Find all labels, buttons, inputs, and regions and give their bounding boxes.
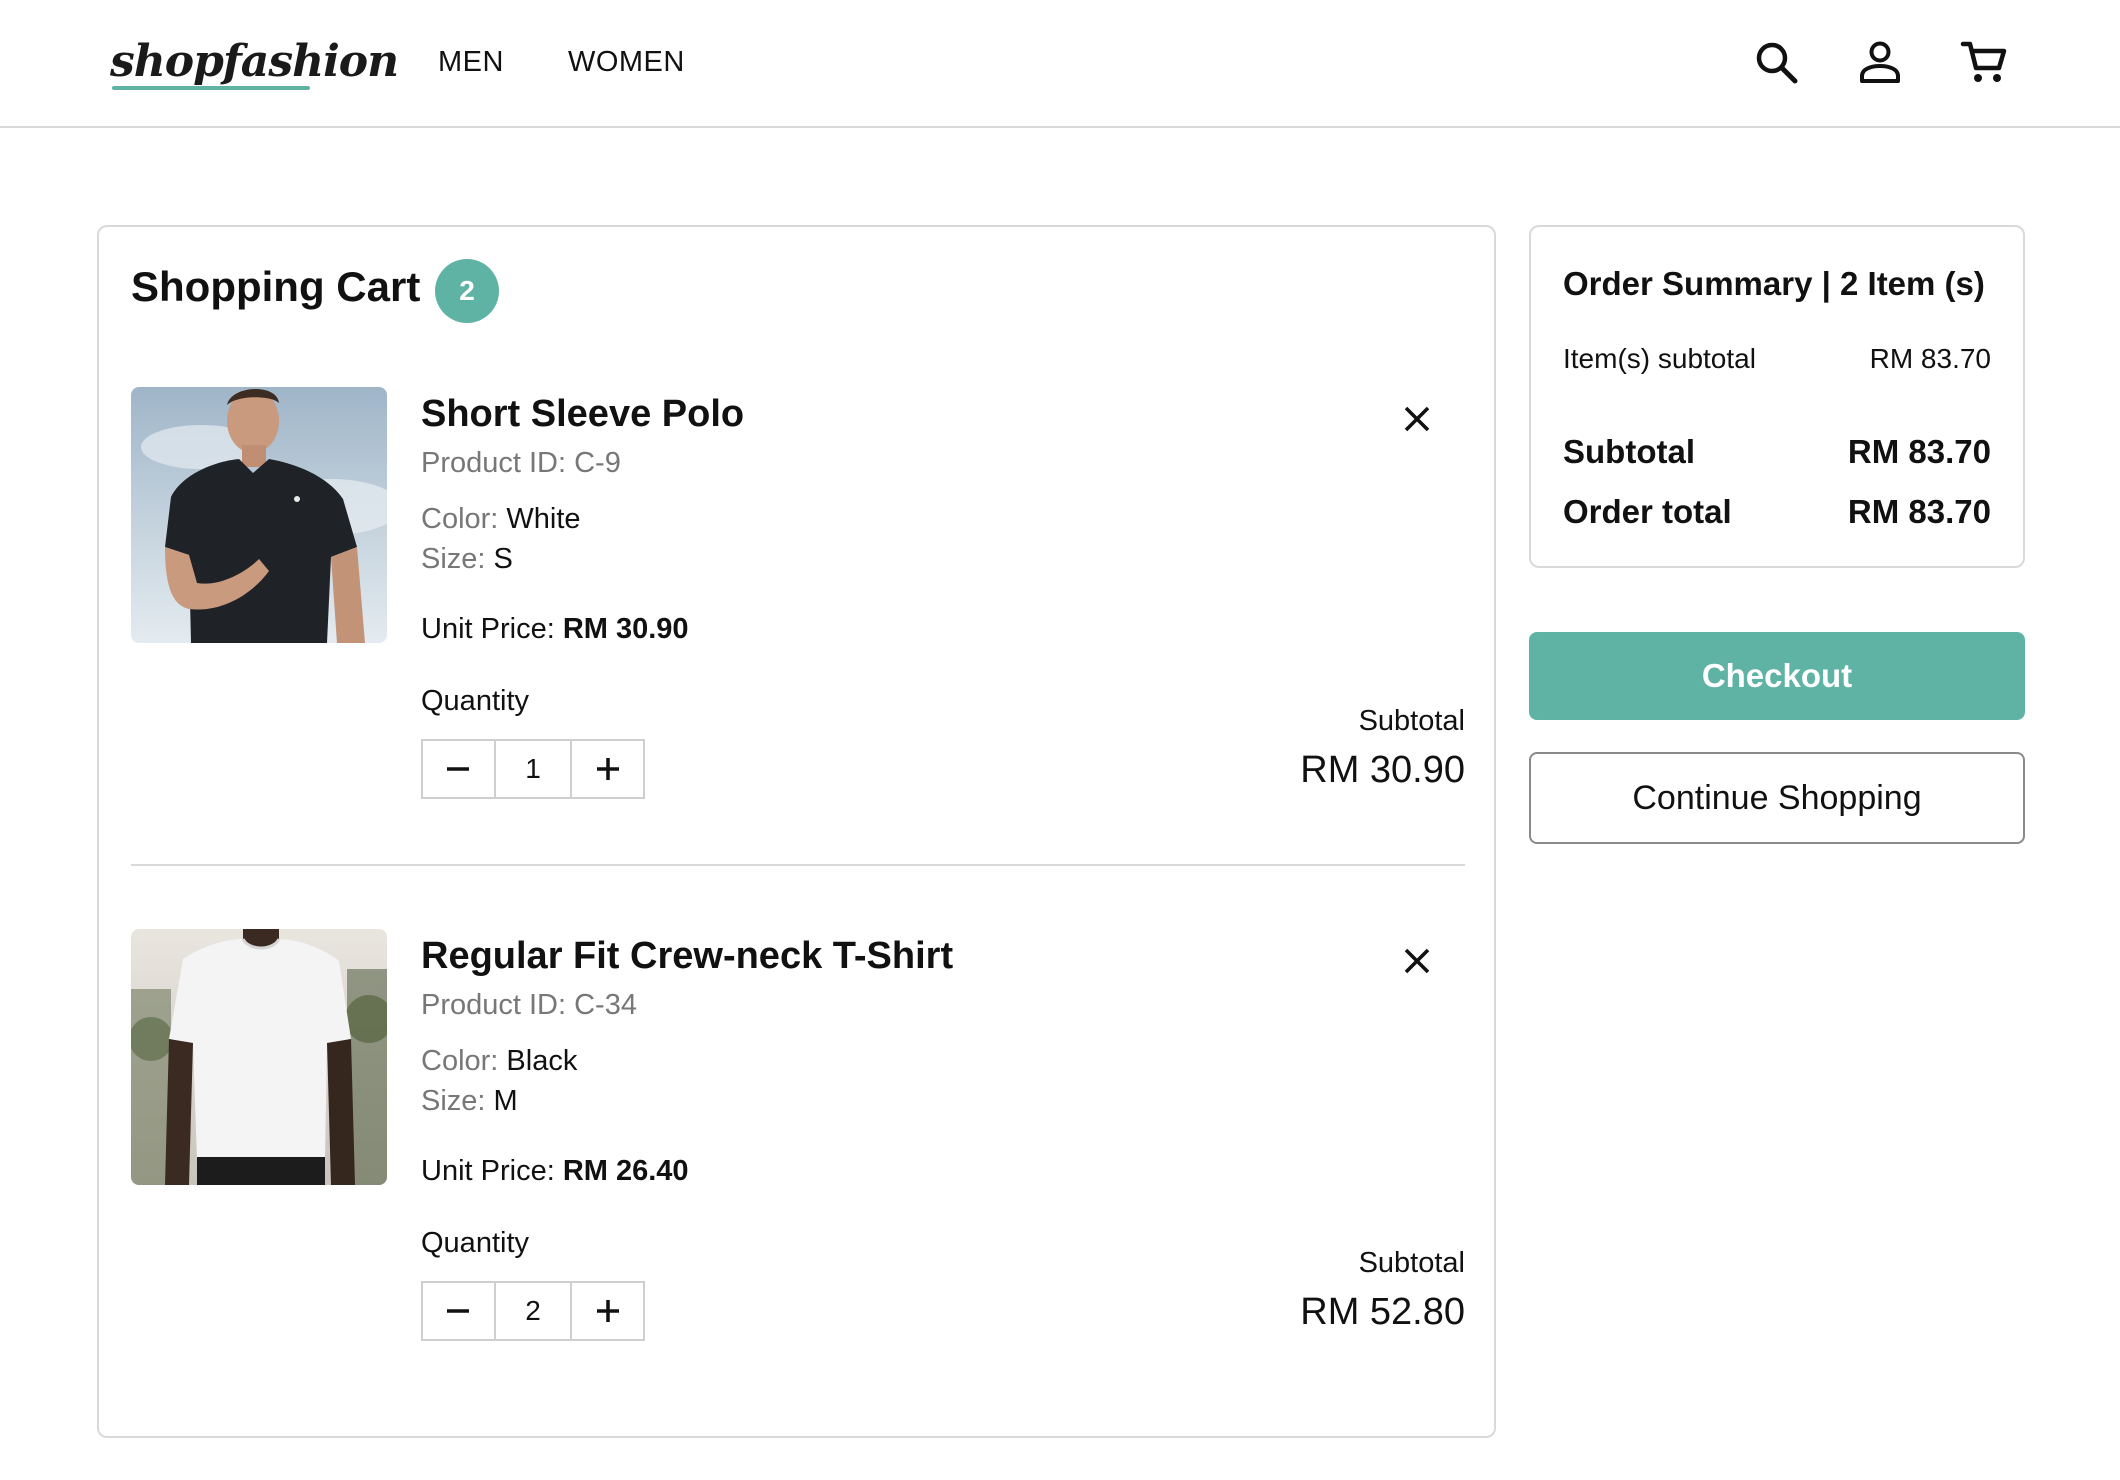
subtotal-row: Subtotal RM 83.70 [1563,433,1991,471]
product-color: Color: White [421,503,581,536]
continue-shopping-button[interactable]: Continue Shopping [1529,752,2025,844]
remove-item-close-icon[interactable] [1397,941,1437,981]
order-summary-title: Order Summary | 2 Item (s) [1563,265,1985,302]
checkout-button[interactable]: Checkout [1529,632,2025,720]
item-divider [131,864,1465,866]
unit-price-label: Unit Price: [421,1155,555,1187]
decrease-quantity-button[interactable] [423,1283,494,1339]
color-value: Black [506,1045,578,1077]
logo-underline [112,86,310,90]
item-subtotal-value: RM 52.80 [1300,1291,1465,1333]
item-subtotal-label: Subtotal [1358,1247,1465,1279]
main-nav: MEN WOMEN [438,46,685,79]
nav-men[interactable]: MEN [438,46,504,79]
product-id: Product ID: C-34 [421,989,637,1021]
order-summary-panel: Order Summary | 2 Item (s) Item(s) subto… [1529,225,2025,568]
product-size: Size: S [421,543,513,576]
order-total-label: Order total [1563,493,1732,530]
quantity-value[interactable]: 1 [493,741,573,797]
items-subtotal-value: RM 83.70 [1869,343,1991,374]
product-id: Product ID: C-9 [421,447,621,479]
cart-item: Short Sleeve Polo Product ID: C-9 Color:… [131,387,1465,807]
cart-count-badge: 2 [435,259,499,323]
cart-panel: Shopping Cart 2 Short Sleeve Polo Produc… [97,225,1496,1438]
cart-title: Shopping Cart [131,263,421,310]
unit-price: Unit Price: RM 26.40 [421,1155,689,1188]
color-label: Color: [421,503,499,535]
product-name[interactable]: Regular Fit Crew-neck T-Shirt [421,935,953,978]
subtotal-value: RM 83.70 [1847,433,1991,470]
nav-women[interactable]: WOMEN [568,46,685,79]
size-label: Size: [421,543,486,575]
order-total-value: RM 83.70 [1847,493,1991,530]
increase-quantity-button[interactable] [572,1283,643,1339]
items-subtotal-row: Item(s) subtotal RM 83.70 [1563,343,1991,375]
item-subtotal-value: RM 30.90 [1300,749,1465,791]
size-value: M [493,1085,518,1117]
user-icon[interactable] [1854,36,1906,88]
item-subtotal-label: Subtotal [1358,705,1465,737]
decrease-quantity-button[interactable] [423,741,494,797]
size-label: Size: [421,1085,486,1117]
search-icon[interactable] [1750,36,1802,88]
increase-quantity-button[interactable] [572,741,643,797]
product-image-polo[interactable] [131,387,387,643]
cart-icon[interactable] [1958,36,2010,88]
color-value: White [506,503,581,535]
unit-price-value: RM 26.40 [562,1155,689,1187]
product-name[interactable]: Short Sleeve Polo [421,393,744,436]
subtotal-label: Subtotal [1563,433,1695,470]
quantity-stepper: 2 [421,1281,645,1341]
unit-price-label: Unit Price: [421,613,555,645]
quantity-label: Quantity [421,685,529,717]
unit-price-value: RM 30.90 [562,613,689,645]
site-header: shopfashion MEN WOMEN [0,0,2120,128]
product-size: Size: M [421,1085,518,1118]
remove-item-close-icon[interactable] [1397,399,1437,439]
order-total-row: Order total RM 83.70 [1563,493,1991,531]
product-color: Color: Black [421,1045,577,1078]
quantity-value[interactable]: 2 [493,1283,573,1339]
product-image-tshirt[interactable] [131,929,387,1185]
quantity-stepper: 1 [421,739,645,799]
items-subtotal-label: Item(s) subtotal [1563,343,1756,374]
cart-item: Regular Fit Crew-neck T-Shirt Product ID… [131,929,1465,1349]
logo[interactable]: shopfashion [110,36,399,87]
size-value: S [493,543,513,575]
color-label: Color: [421,1045,499,1077]
quantity-label: Quantity [421,1227,529,1259]
unit-price: Unit Price: RM 30.90 [421,613,689,646]
header-icons [1750,36,2010,88]
